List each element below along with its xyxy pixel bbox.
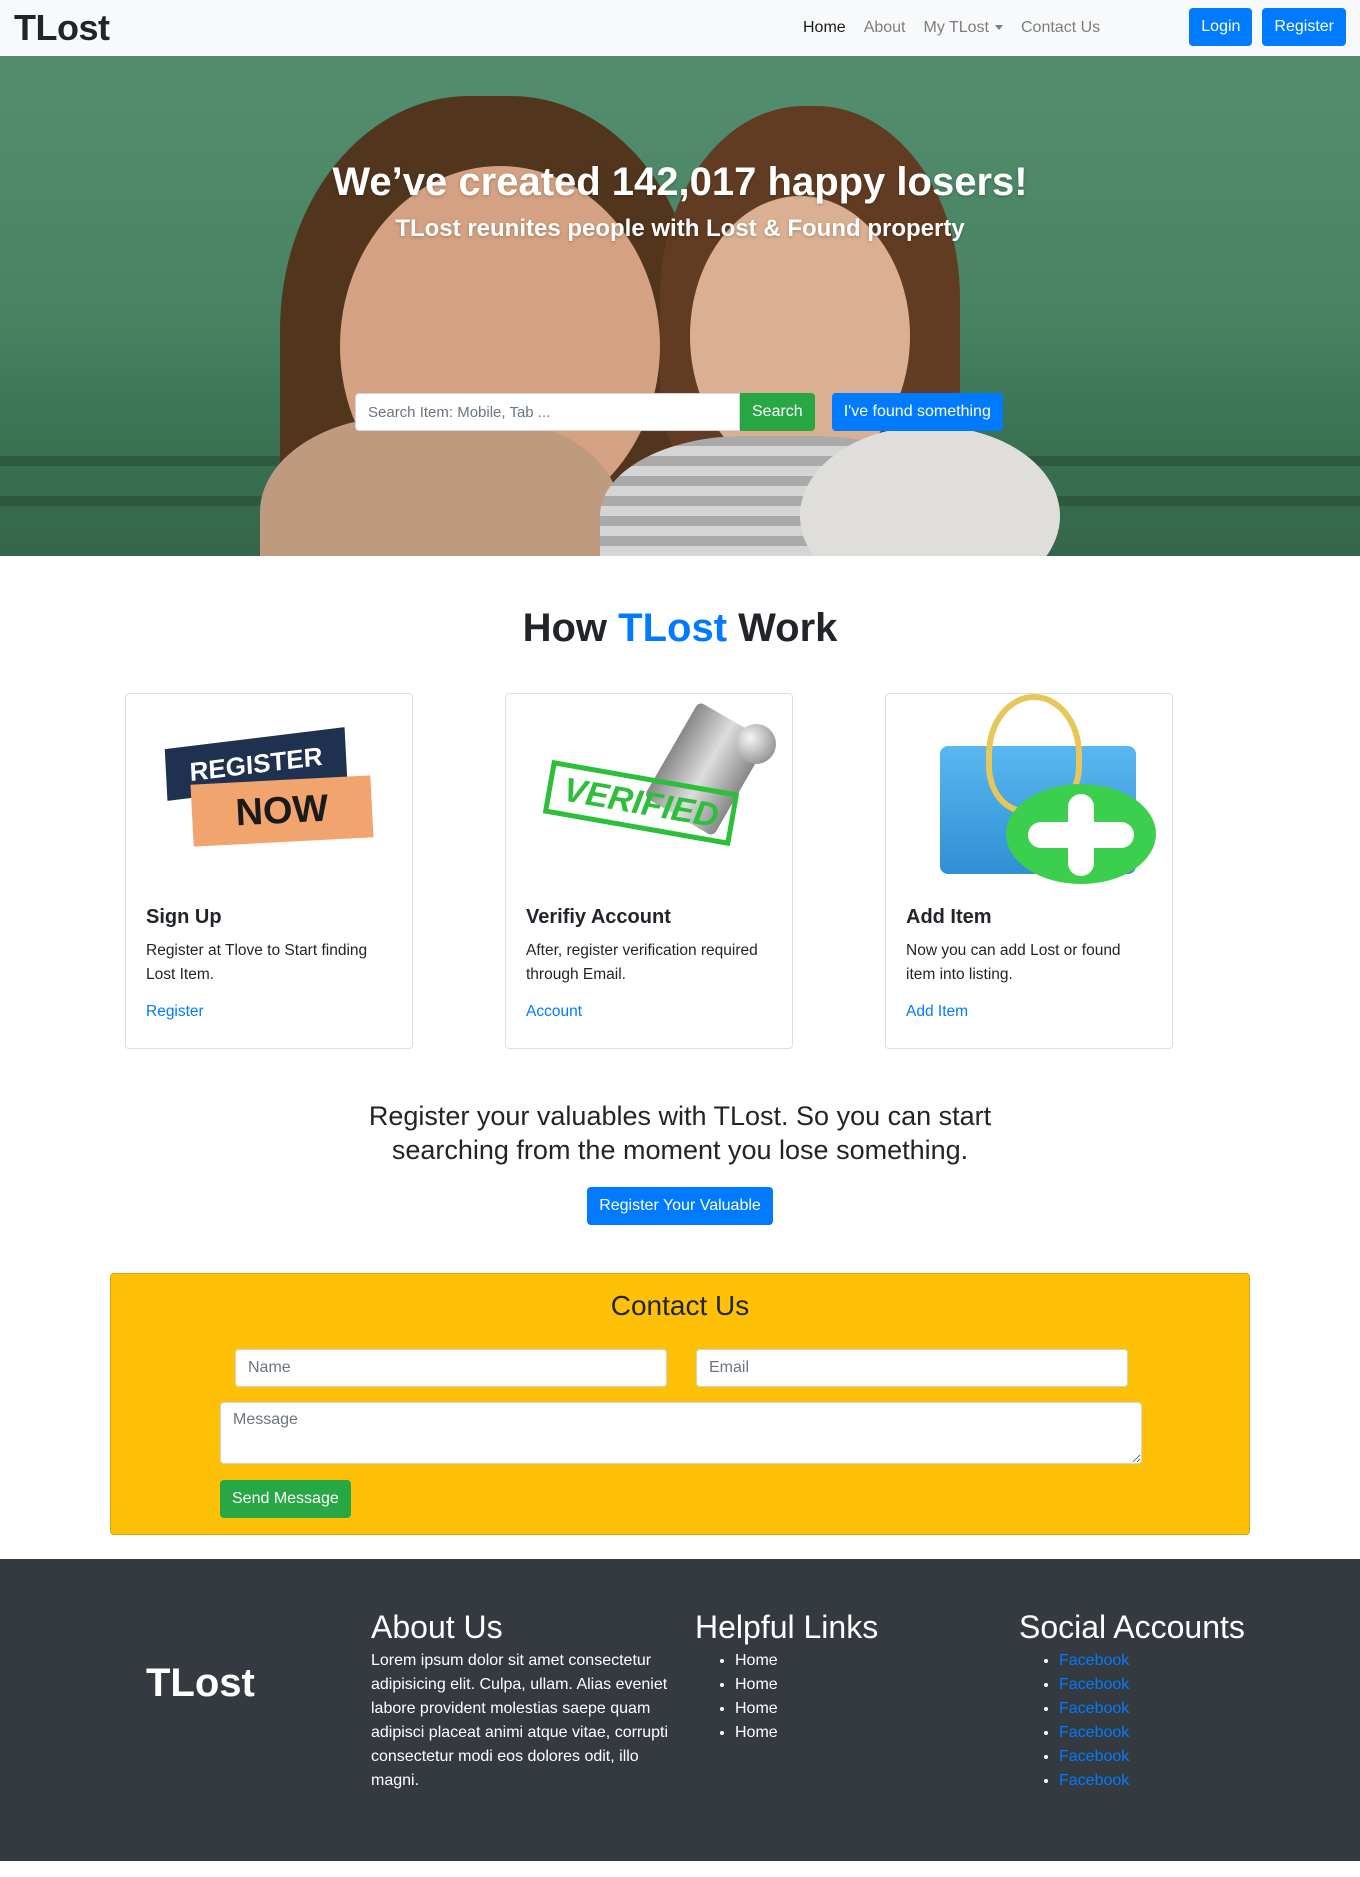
found-something-button[interactable]: I've found something xyxy=(831,393,1003,431)
nav-buttons: Login Register xyxy=(1189,8,1346,46)
send-message-button[interactable]: Send Message xyxy=(220,1480,351,1518)
register-valuable-button[interactable]: Register Your Valuable xyxy=(587,1187,773,1225)
stamp-knob xyxy=(736,724,776,764)
steps-cards: REGISTER NOW Sign Up Register at Tlove t… xyxy=(0,693,1360,1049)
footer-helpful-links: Helpful Links Home Home Home Home xyxy=(695,1609,878,1745)
social-links-list: Facebook Facebook Facebook Facebook Face… xyxy=(1019,1649,1245,1793)
social-list-item: Facebook xyxy=(1059,1673,1245,1697)
footer-social: Social Accounts Facebook Facebook Facebo… xyxy=(1019,1609,1245,1793)
plus-bar-vertical xyxy=(1068,794,1094,876)
helpful-links-list: Home Home Home Home xyxy=(695,1649,878,1745)
search-input[interactable] xyxy=(355,393,740,431)
how-title: How TLost Work xyxy=(0,606,1360,651)
card-link-register[interactable]: Register xyxy=(146,1003,392,1021)
navbar: TLost Home About My TLost Contact Us Log… xyxy=(0,0,1360,56)
how-it-works-section: How TLost Work REGISTER NOW Sign Up Regi… xyxy=(0,556,1360,1049)
card-text: Register at Tlove to Start finding Lost … xyxy=(146,942,368,983)
card-text: Now you can add Lost or found item into … xyxy=(906,942,1121,983)
social-list-item: Facebook xyxy=(1059,1769,1245,1793)
footer-about-title: About Us xyxy=(371,1609,503,1645)
search-bar: Search I've found something xyxy=(355,393,1003,431)
card-link-add-item[interactable]: Add Item xyxy=(906,1003,1152,1021)
social-link-facebook[interactable]: Facebook xyxy=(1059,1724,1129,1741)
search-button[interactable]: Search xyxy=(740,393,815,431)
contact-title: Contact Us xyxy=(610,1290,750,1321)
hero-title: We’ve created 142,017 happy losers! xyxy=(332,160,1028,204)
nav-dropdown-my-tlost[interactable]: My TLost xyxy=(915,19,1013,37)
nav-dropdown-label: My TLost xyxy=(923,19,990,36)
caret-down-icon xyxy=(995,25,1003,31)
add-bag-image xyxy=(906,694,1156,894)
register-now-image: REGISTER NOW xyxy=(146,694,392,894)
register-valuable-section: Register your valuables with TLost. So y… xyxy=(0,1099,1360,1225)
register-button[interactable]: Register xyxy=(1262,8,1346,46)
brand-logo[interactable]: TLost xyxy=(14,7,110,49)
footer-links-title: Helpful Links xyxy=(695,1609,879,1645)
footer: TLost About Us Lorem ipsum dolor sit ame… xyxy=(0,1559,1360,1861)
register-badge-bottom: NOW xyxy=(190,775,374,847)
how-title-prefix: How xyxy=(522,606,608,650)
hero-subtitle: TLost reunites people with Lost & Found … xyxy=(395,215,965,242)
card-title: Verifiy Account xyxy=(526,906,671,928)
hero-content: We’ve created 142,017 happy losers! TLos… xyxy=(0,56,1360,243)
message-field[interactable] xyxy=(220,1402,1142,1464)
nav-link-about[interactable]: About xyxy=(855,19,915,37)
footer-about-text: Lorem ipsum dolor sit amet consectetur a… xyxy=(371,1652,669,1789)
card-title: Sign Up xyxy=(146,906,222,928)
step-card-add-item: Add Item Now you can add Lost or found i… xyxy=(885,693,1173,1049)
footer-brand: TLost xyxy=(146,1661,255,1705)
social-list-item: Facebook xyxy=(1059,1649,1245,1673)
nav-link-contact[interactable]: Contact Us xyxy=(1012,19,1109,37)
social-link-facebook[interactable]: Facebook xyxy=(1059,1700,1129,1717)
card-link-account[interactable]: Account xyxy=(526,1003,772,1021)
social-list-item: Facebook xyxy=(1059,1745,1245,1769)
social-list-item: Facebook xyxy=(1059,1721,1245,1745)
nav-link-home[interactable]: Home xyxy=(794,19,855,37)
social-link-facebook[interactable]: Facebook xyxy=(1059,1676,1129,1693)
hero-section: We’ve created 142,017 happy losers! TLos… xyxy=(0,56,1360,556)
how-title-accent: TLost xyxy=(618,606,728,650)
step-card-verify: VERIFIED Verifiy Account After, register… xyxy=(505,693,793,1049)
verified-stamp-image: VERIFIED xyxy=(526,694,776,894)
login-button[interactable]: Login xyxy=(1189,8,1253,46)
helpful-link[interactable]: Home xyxy=(735,1673,878,1697)
name-field[interactable] xyxy=(235,1349,667,1387)
social-link-facebook[interactable]: Facebook xyxy=(1059,1748,1129,1765)
contact-section: Contact Us Send Message xyxy=(110,1273,1250,1535)
email-field[interactable] xyxy=(696,1349,1128,1387)
nav-links: Home About My TLost Contact Us xyxy=(794,0,1109,56)
helpful-link[interactable]: Home xyxy=(735,1649,878,1673)
social-list-item: Facebook xyxy=(1059,1697,1245,1721)
card-text: After, register verification required th… xyxy=(526,942,758,983)
how-title-suffix: Work xyxy=(738,606,838,650)
helpful-link[interactable]: Home xyxy=(735,1697,878,1721)
helpful-link[interactable]: Home xyxy=(735,1721,878,1745)
footer-about: About Us Lorem ipsum dolor sit amet cons… xyxy=(371,1609,671,1793)
social-link-facebook[interactable]: Facebook xyxy=(1059,1772,1129,1789)
footer-social-title: Social Accounts xyxy=(1019,1609,1245,1645)
social-link-facebook[interactable]: Facebook xyxy=(1059,1652,1129,1669)
step-card-signup: REGISTER NOW Sign Up Register at Tlove t… xyxy=(125,693,413,1049)
card-title: Add Item xyxy=(906,906,992,928)
cta-text: Register your valuables with TLost. So y… xyxy=(368,1101,992,1165)
